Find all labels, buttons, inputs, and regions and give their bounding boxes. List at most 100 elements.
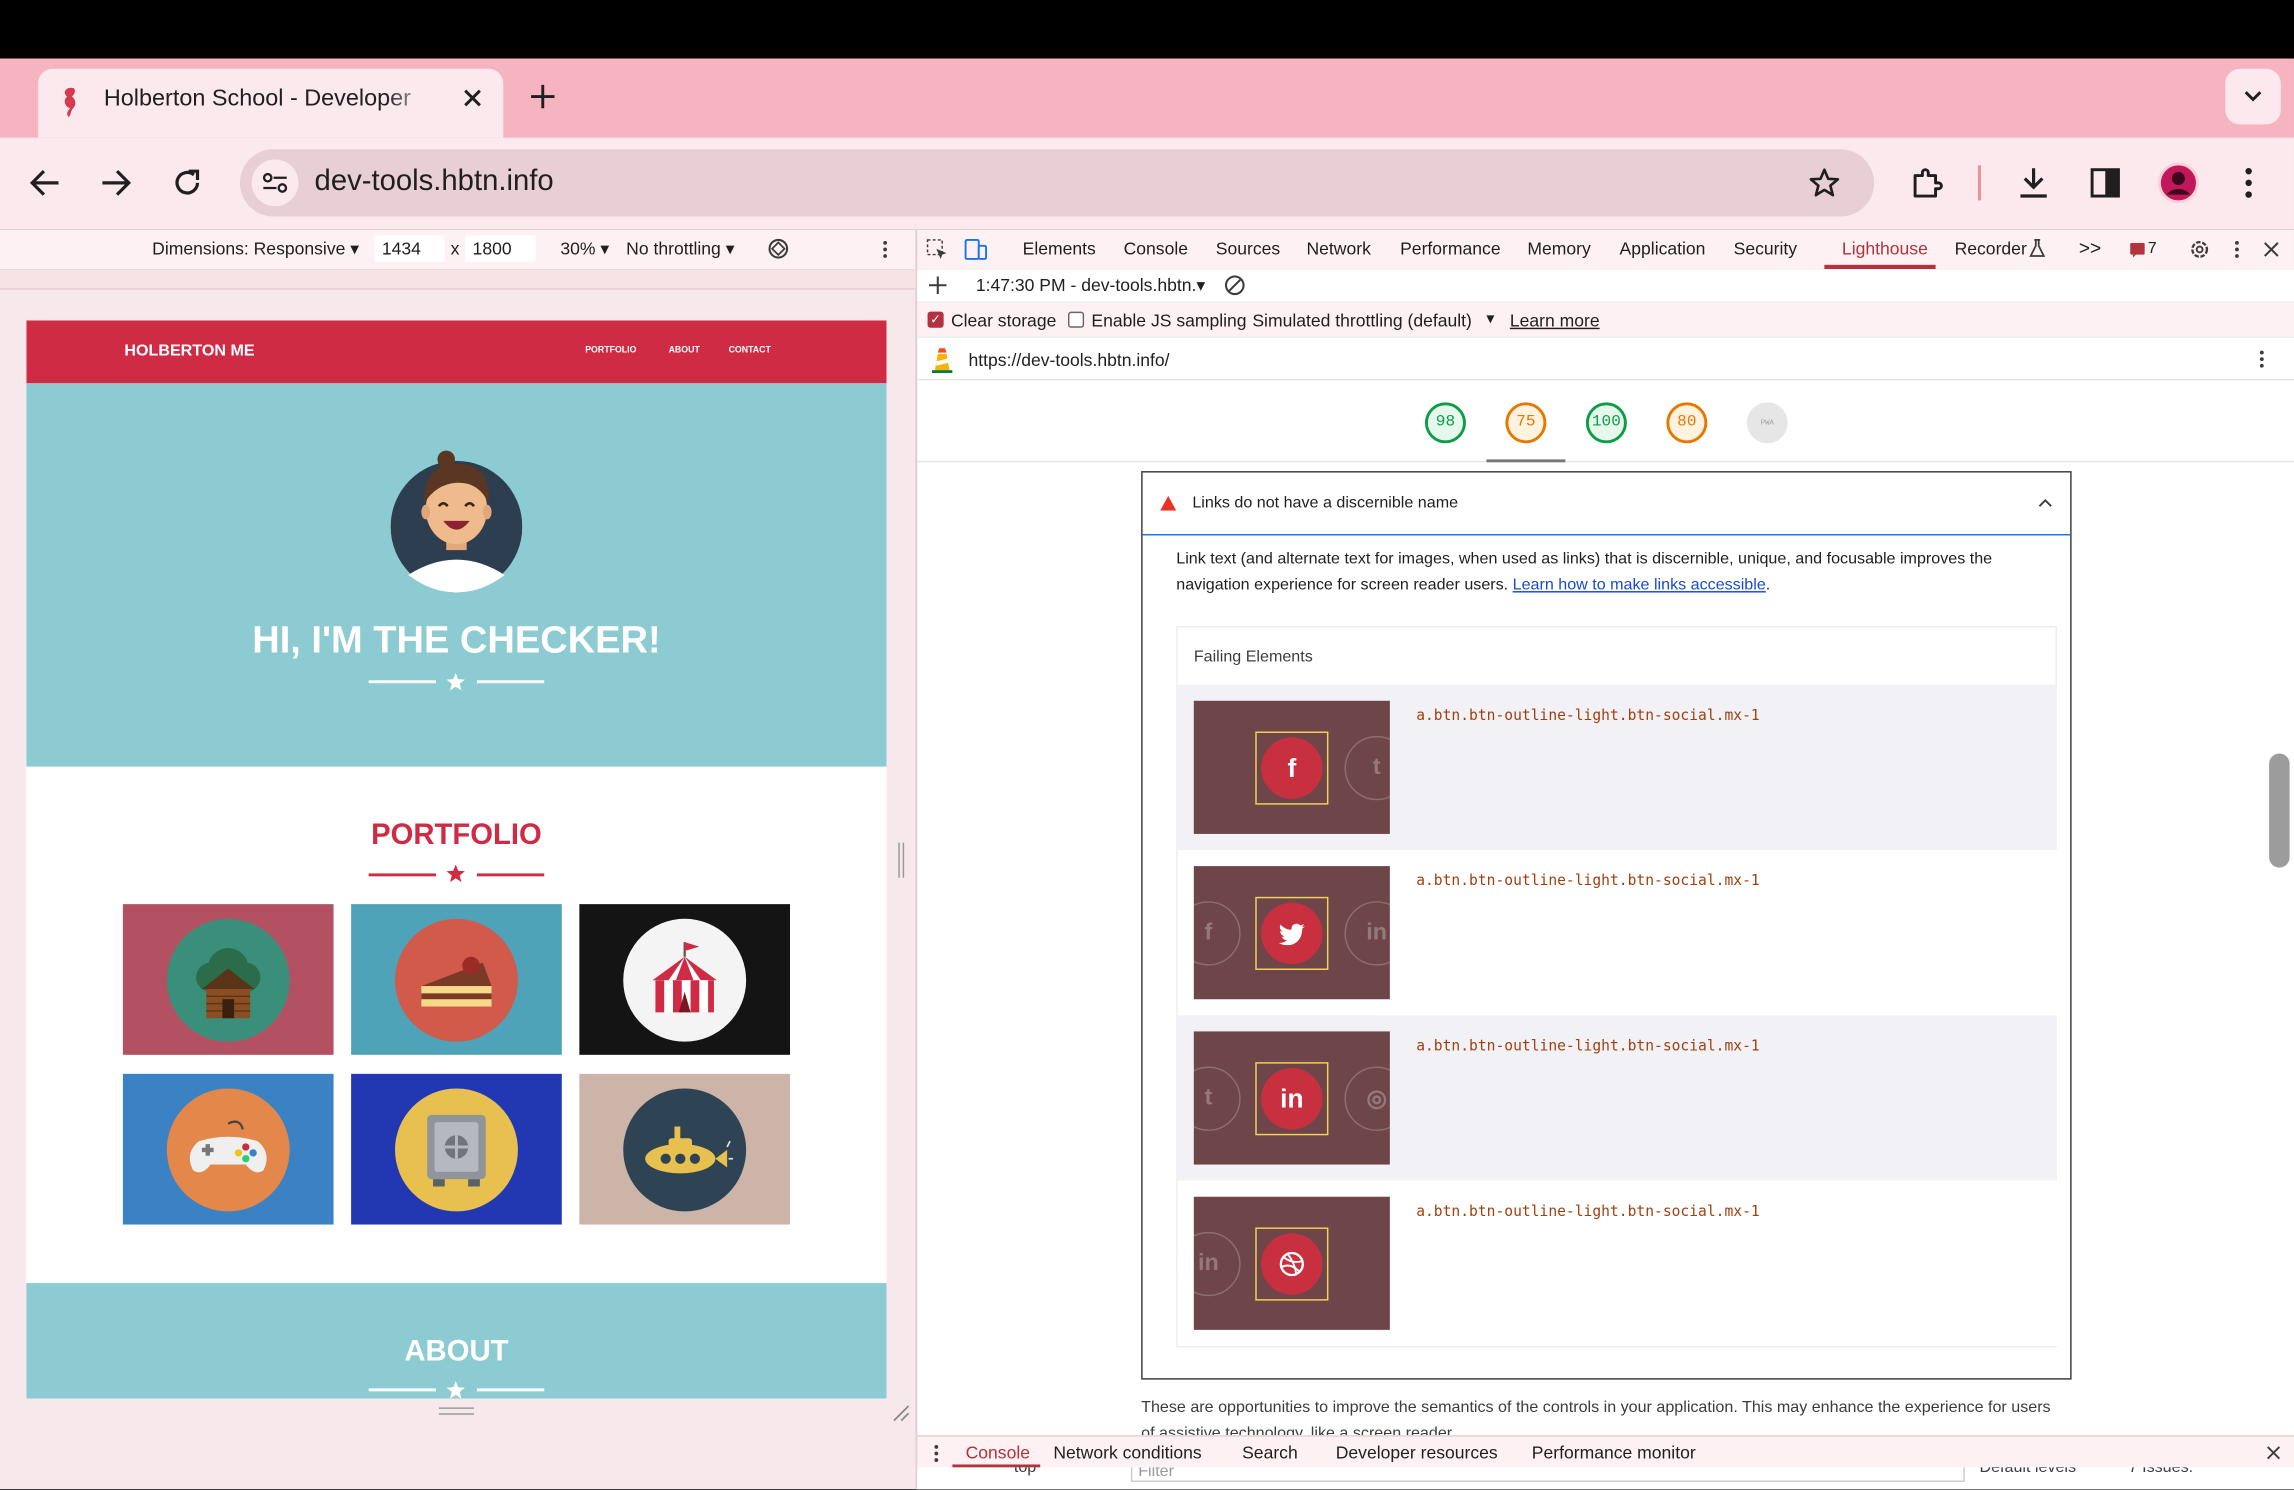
close-tab-icon[interactable] bbox=[462, 88, 482, 108]
extensions-icon[interactable] bbox=[1909, 165, 1944, 200]
bookmark-star-icon[interactable] bbox=[1808, 167, 1840, 199]
nav-portfolio[interactable]: PORTFOLIO bbox=[585, 347, 636, 356]
facebook-icon: f bbox=[1261, 737, 1323, 799]
new-report-icon[interactable] bbox=[929, 276, 947, 295]
circus-tent-icon bbox=[623, 918, 747, 1041]
drawer-tab-search[interactable]: Search bbox=[1242, 1443, 1298, 1463]
nav-contact[interactable]: CONTACT bbox=[729, 347, 771, 356]
score-seo[interactable]: 80 bbox=[1666, 402, 1708, 444]
throttling-mode-select[interactable]: ▾ bbox=[1486, 309, 1494, 328]
failing-row-linkedin[interactable]: t ◎ in a.btn.btn-outline-light.btn-socia… bbox=[1177, 1015, 2057, 1181]
audit-description-line2: navigation experience for screen reader … bbox=[1176, 576, 1770, 594]
chevron-up-icon[interactable] bbox=[2038, 497, 2053, 507]
js-sampling-label: Enable JS sampling bbox=[1091, 310, 1247, 331]
console-filter-input[interactable]: Filter bbox=[1130, 1467, 1965, 1483]
width-input[interactable]: 1434 bbox=[374, 235, 445, 262]
tab-performance[interactable]: Performance bbox=[1400, 238, 1501, 258]
inspect-element-icon[interactable] bbox=[926, 238, 948, 260]
report-url-row: https://dev-tools.hbtn.info/ bbox=[917, 338, 2294, 381]
failing-row-dribbble[interactable]: in a.btn.btn-outline-light.btn-social.mx… bbox=[1177, 1180, 2057, 1346]
close-devtools-icon[interactable] bbox=[2263, 241, 2279, 257]
height-input[interactable]: 1800 bbox=[465, 235, 536, 262]
portfolio-tile-safe[interactable] bbox=[351, 1073, 562, 1225]
tab-application[interactable]: Application bbox=[1620, 238, 1706, 258]
log-levels-select[interactable]: Default levels bbox=[1979, 1467, 2076, 1476]
drawer-menu-icon[interactable] bbox=[933, 1444, 939, 1463]
downloads-icon[interactable] bbox=[2016, 165, 2051, 200]
site-settings-icon[interactable] bbox=[251, 159, 299, 207]
drawer-tab-developer-resources[interactable]: Developer resources bbox=[1336, 1443, 1498, 1463]
drawer-tab-console[interactable]: Console bbox=[966, 1443, 1030, 1463]
zoom-select[interactable]: 30% ▾ bbox=[560, 238, 609, 258]
tab-recorder[interactable]: Recorder bbox=[1955, 238, 2027, 258]
tab-security[interactable]: Security bbox=[1734, 238, 1797, 258]
portfolio-tile-cabin[interactable] bbox=[122, 904, 334, 1055]
linkedin-ghost-icon: in bbox=[1344, 901, 1390, 966]
portfolio-tile-controller[interactable] bbox=[122, 1073, 334, 1225]
tab-network[interactable]: Network bbox=[1306, 238, 1370, 258]
new-tab-icon[interactable] bbox=[530, 83, 556, 109]
reload-icon[interactable] bbox=[171, 167, 203, 199]
console-issues-count[interactable]: 7 Issues: bbox=[2129, 1467, 2193, 1476]
audit-description-2: navigation experience for screen reader … bbox=[1176, 576, 1509, 594]
clear-storage-checkbox[interactable]: ✓ bbox=[927, 311, 944, 328]
score-performance[interactable]: 98 bbox=[1424, 402, 1466, 444]
issues-count[interactable]: 7 bbox=[2148, 240, 2157, 258]
audit-header[interactable]: Links do not have a discernible name bbox=[1142, 473, 2071, 536]
more-tabs-button[interactable]: >> bbox=[2079, 237, 2101, 259]
failing-row-twitter[interactable]: f in a.btn.btn-outline-light.btn-social.… bbox=[1177, 850, 2057, 1016]
about-section: ABOUT bbox=[26, 1283, 887, 1399]
report-menu-icon[interactable] bbox=[2259, 350, 2265, 369]
panel-scrollbar[interactable] bbox=[2269, 753, 2290, 868]
lighthouse-logo-icon bbox=[931, 345, 953, 374]
portfolio-tile-circus[interactable] bbox=[579, 904, 791, 1055]
tab-elements[interactable]: Elements bbox=[1023, 238, 1096, 258]
category-description: These are opportunities to improve the s… bbox=[1141, 1398, 2051, 1417]
drawer-tab-network-conditions[interactable]: Network conditions bbox=[1053, 1443, 1201, 1463]
tab-sources[interactable]: Sources bbox=[1216, 238, 1280, 258]
device-toggle-icon[interactable] bbox=[964, 238, 988, 260]
tab-search-icon[interactable] bbox=[2225, 68, 2281, 125]
media-query-bar bbox=[0, 269, 916, 290]
close-drawer-icon[interactable] bbox=[2266, 1445, 2281, 1460]
context-select[interactable]: top bbox=[1014, 1467, 1036, 1476]
clear-reports-icon[interactable] bbox=[1224, 275, 1245, 296]
drawer-tab-performance-monitor[interactable]: Performance monitor bbox=[1532, 1443, 1696, 1463]
tab-console[interactable]: Console bbox=[1124, 238, 1188, 258]
issues-flag-icon[interactable] bbox=[2130, 242, 2145, 258]
score-accessibility[interactable]: 75 bbox=[1505, 402, 1547, 444]
address-bar[interactable]: dev-tools.hbtn.info bbox=[239, 149, 1875, 217]
js-sampling-checkbox[interactable] bbox=[1067, 311, 1085, 328]
nav-about[interactable]: ABOUT bbox=[669, 347, 700, 356]
resize-handle-bottom[interactable] bbox=[438, 1407, 475, 1415]
portfolio-tile-cake[interactable] bbox=[351, 904, 562, 1055]
forward-icon[interactable] bbox=[99, 168, 132, 197]
portfolio-tile-submarine[interactable] bbox=[579, 1073, 791, 1225]
tab-memory[interactable]: Memory bbox=[1527, 238, 1590, 258]
failing-row-facebook[interactable]: t f a.btn.btn-outline-light.btn-social.m… bbox=[1177, 684, 2057, 851]
browser-menu-icon[interactable] bbox=[2243, 167, 2255, 199]
report-select[interactable]: 1:47:30 PM - dev-tools.hbtn.▾ bbox=[976, 275, 1205, 295]
resize-handle-right[interactable] bbox=[898, 842, 905, 878]
resize-corner-icon[interactable] bbox=[892, 1404, 910, 1422]
tab-lighthouse[interactable]: Lighthouse bbox=[1842, 238, 1928, 258]
lighthouse-options-row: ✓ Clear storage Enable JS sampling Simul… bbox=[917, 302, 2294, 338]
learn-more-link[interactable]: Learn more bbox=[1510, 310, 1600, 330]
side-panel-icon[interactable] bbox=[2089, 167, 2121, 199]
settings-gear-icon[interactable] bbox=[2189, 238, 2211, 260]
devtools-menu-icon[interactable] bbox=[2234, 240, 2240, 259]
browser-tab[interactable]: Holberton School - Developer bbox=[38, 68, 504, 138]
throttling-select[interactable]: No throttling ▾ bbox=[626, 238, 734, 258]
dimensions-select[interactable]: Dimensions: Responsive ▾ bbox=[152, 238, 359, 258]
learn-links-accessible-link[interactable]: Learn how to make links accessible bbox=[1513, 576, 1766, 594]
rotate-icon[interactable] bbox=[767, 237, 790, 260]
site-brand[interactable]: HOLBERTON ME bbox=[124, 342, 254, 360]
score-pwa[interactable]: PWA bbox=[1746, 402, 1788, 444]
score-best-practices[interactable]: 100 bbox=[1585, 402, 1627, 444]
report-select-label: 1:47:30 PM - dev-tools.hbtn. bbox=[975, 275, 1197, 296]
flask-icon bbox=[2029, 238, 2046, 257]
failing-elements-table: Failing Elements t f a.btn.btn-outline-l… bbox=[1176, 626, 2057, 1348]
back-icon[interactable] bbox=[29, 168, 61, 197]
profile-avatar-icon[interactable] bbox=[2157, 162, 2199, 204]
device-more-icon[interactable] bbox=[882, 240, 888, 259]
